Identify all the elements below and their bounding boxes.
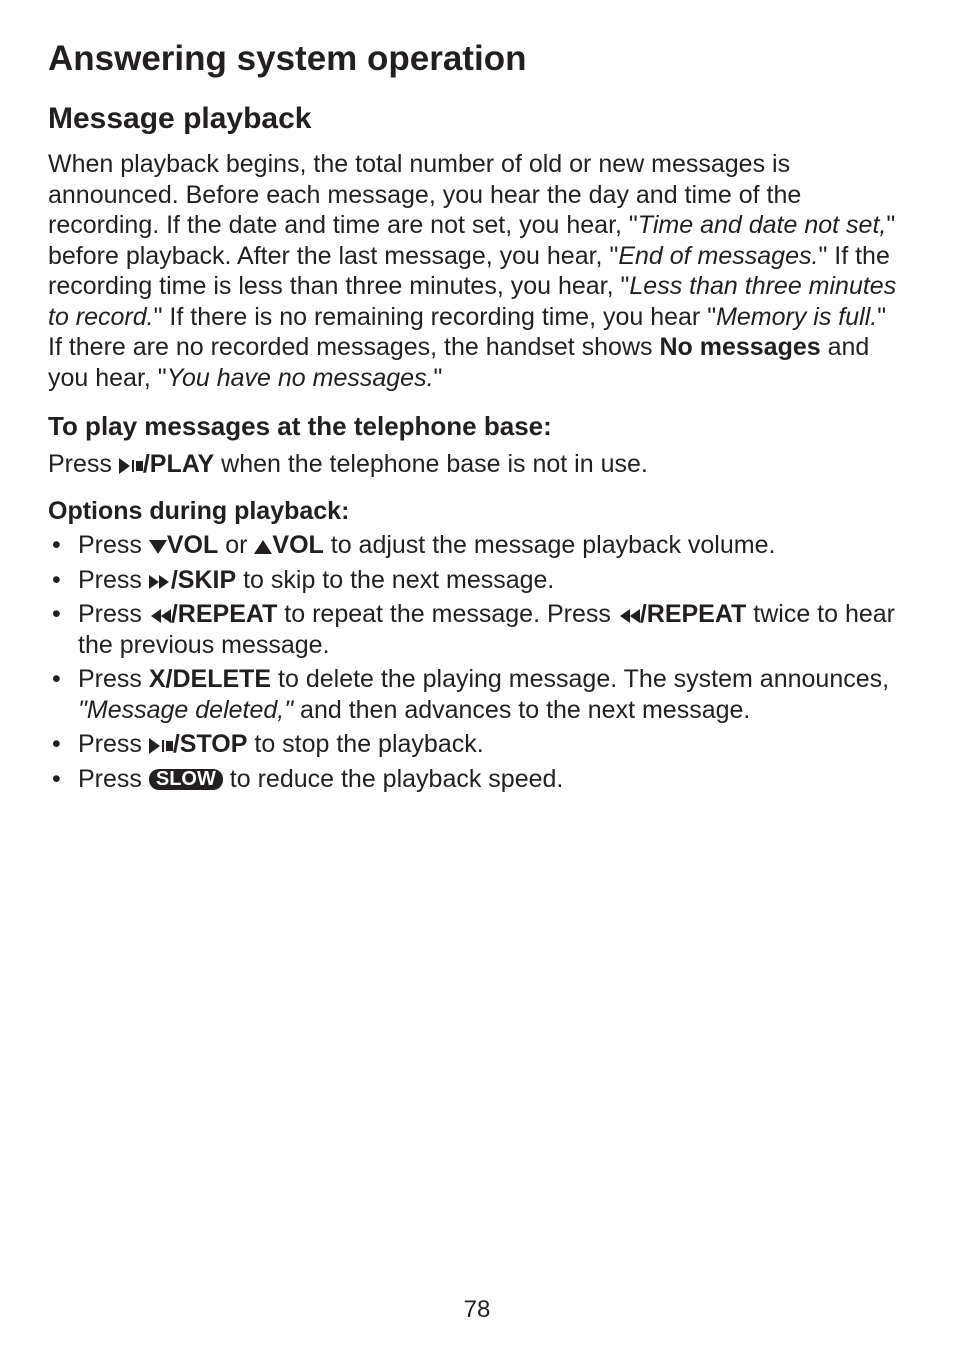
text: Press xyxy=(78,600,149,628)
text: Press xyxy=(78,566,149,594)
text: to delete the playing message. The syste… xyxy=(271,665,889,693)
subsection-play-at-base: To play messages at the telephone base: … xyxy=(48,411,906,479)
delete-label: X/DELETE xyxy=(149,665,271,693)
list-item: Press SLOW to reduce the playback speed. xyxy=(48,764,906,795)
stop-label: /STOP xyxy=(173,730,248,758)
intro-italic-5: You have no messages. xyxy=(167,364,434,392)
fast-forward-icon xyxy=(149,574,171,590)
rewind-icon xyxy=(149,608,171,624)
subsection-options: Options during playback: Press VOL or VO… xyxy=(48,496,906,795)
vol-label: VOL xyxy=(272,531,323,559)
text: Press xyxy=(78,531,149,559)
slow-pill: SLOW xyxy=(149,769,223,790)
text: to adjust the message playback volume. xyxy=(324,531,776,559)
text: or xyxy=(218,531,254,559)
intro-text: " xyxy=(434,364,443,392)
triangle-up-icon xyxy=(254,539,272,555)
delete-announce-text: "Message deleted," xyxy=(78,696,293,724)
intro-paragraph: When playback begins, the total number o… xyxy=(48,149,906,393)
repeat-label: /REPEAT xyxy=(640,600,747,628)
play-stop-icon xyxy=(119,458,143,474)
intro-italic-1: Time and date not set, xyxy=(638,211,887,239)
rewind-icon xyxy=(618,608,640,624)
text: Press xyxy=(78,665,149,693)
intro-italic-2: End of messages. xyxy=(618,242,818,270)
text: Press xyxy=(48,450,119,478)
text: to stop the playback. xyxy=(247,730,483,758)
section-title: Message playback xyxy=(48,101,906,138)
options-list: Press VOL or VOL to adjust the message p… xyxy=(48,530,906,794)
text: when the telephone base is not in use. xyxy=(214,450,648,478)
vol-label: VOL xyxy=(167,531,218,559)
skip-label: /SKIP xyxy=(171,566,236,594)
text: to repeat the message. Press xyxy=(277,600,617,628)
intro-italic-4: Memory is full. xyxy=(716,303,877,331)
intro-bold-1: No messages xyxy=(659,333,820,361)
play-button-label: /PLAY xyxy=(143,450,214,478)
page-number: 78 xyxy=(0,1295,954,1324)
intro-text: " If there is no remaining recording tim… xyxy=(154,303,716,331)
list-item: Press X/DELETE to delete the playing mes… xyxy=(48,664,906,725)
text: to skip to the next message. xyxy=(236,566,554,594)
repeat-label: /REPEAT xyxy=(171,600,278,628)
page-title: Answering system operation xyxy=(48,38,906,81)
list-item: Press VOL or VOL to adjust the message p… xyxy=(48,530,906,561)
list-item: Press /REPEAT to repeat the message. Pre… xyxy=(48,599,906,660)
list-item: Press /SKIP to skip to the next message. xyxy=(48,565,906,596)
subsection-heading: Options during playback: xyxy=(48,496,906,527)
list-item: Press /STOP to stop the playback. xyxy=(48,729,906,760)
triangle-down-icon xyxy=(149,539,167,555)
text: to reduce the playback speed. xyxy=(223,765,564,793)
play-stop-icon xyxy=(149,738,173,754)
text: Press xyxy=(78,765,149,793)
play-instruction: Press /PLAY when the telephone base is n… xyxy=(48,449,906,480)
text: Press xyxy=(78,730,149,758)
subsection-heading: To play messages at the telephone base: xyxy=(48,411,906,443)
text: and then advances to the next message. xyxy=(293,696,750,724)
